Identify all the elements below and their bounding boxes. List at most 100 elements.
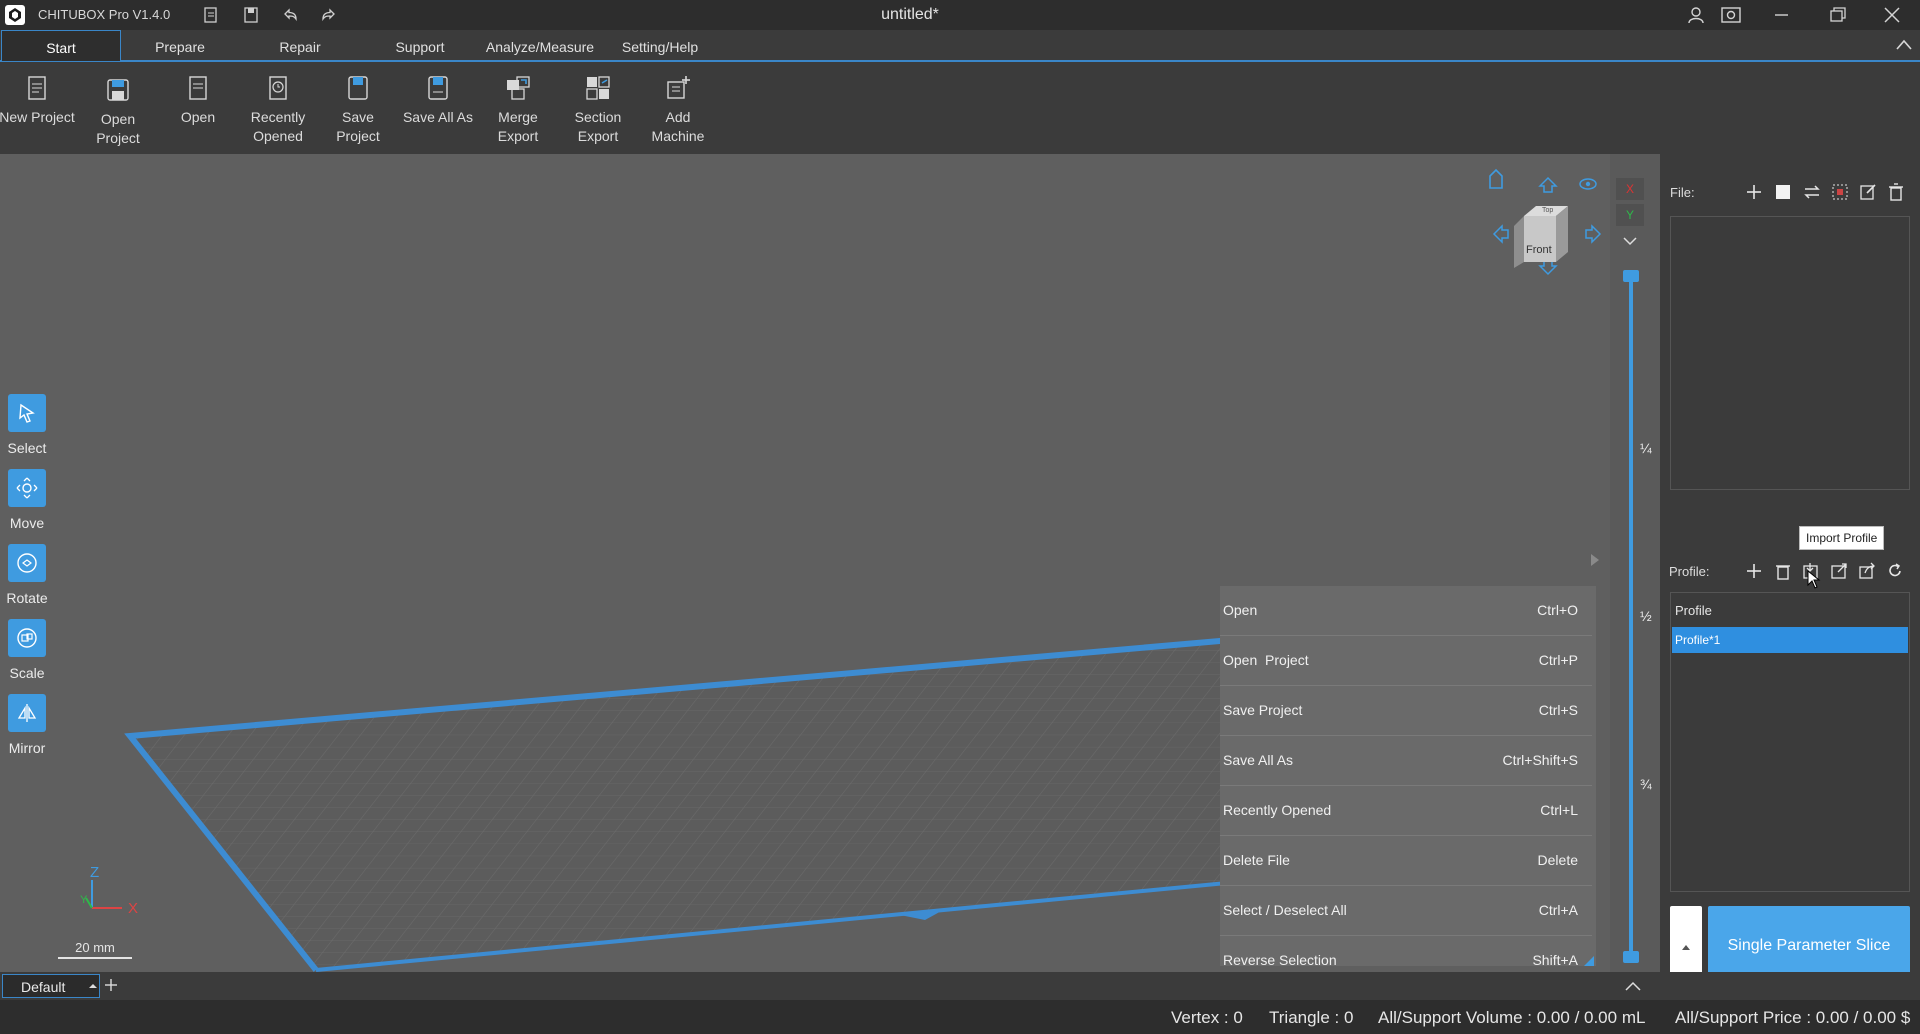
- swap-files-icon[interactable]: [1802, 182, 1822, 202]
- collapse-ribbon-icon[interactable]: [1894, 36, 1914, 54]
- tab-analyze-measure[interactable]: Analyze/Measure: [482, 30, 598, 60]
- recently-opened-label: Recently Opened: [250, 109, 306, 144]
- open-project-icon: [107, 79, 129, 101]
- scale-tool[interactable]: Scale: [6, 619, 48, 681]
- tab-start[interactable]: Start: [1, 30, 121, 61]
- layer-slider-top-handle[interactable]: [1623, 270, 1639, 282]
- rotate-tool-label: Rotate: [6, 590, 48, 606]
- menu-item-shortcut: Ctrl+P: [1538, 652, 1578, 668]
- scale-icon: [17, 628, 37, 648]
- merge-export-button[interactable]: Merge Export: [479, 74, 557, 146]
- account-icon[interactable]: [1676, 3, 1716, 27]
- tooltip: Import Profile: [1799, 526, 1885, 550]
- menu-item-label: Save Project: [1223, 702, 1303, 718]
- new-project-label: New Project: [0, 109, 75, 125]
- open-project-label: Open Project: [96, 111, 140, 146]
- layer-slider-track[interactable]: [1629, 272, 1633, 960]
- mirror-tool-label: Mirror: [8, 740, 46, 756]
- document-title: untitled*: [881, 6, 939, 23]
- tab-support[interactable]: Support: [376, 30, 464, 60]
- menu-item-shortcut: Ctrl+Shift+S: [1502, 752, 1578, 768]
- select-all-files-icon[interactable]: [1773, 182, 1793, 202]
- rotate-tool[interactable]: Rotate: [6, 544, 48, 606]
- chevron-down-icon[interactable]: [1622, 236, 1638, 246]
- scale-tool-label: Scale: [9, 665, 45, 681]
- save-project-button[interactable]: Save Project: [319, 74, 397, 146]
- select-tool[interactable]: Select: [6, 394, 48, 456]
- refresh-profile-icon[interactable]: [1885, 561, 1905, 581]
- caret-up-icon: [89, 984, 97, 988]
- plate-tab-default[interactable]: Default: [2, 974, 100, 998]
- profile-label: Profile:: [1669, 564, 1710, 579]
- rotate-left-icon: [1492, 224, 1509, 244]
- add-plate-icon[interactable]: [104, 978, 118, 992]
- slider-mark-three-quarter: ¾: [1640, 776, 1652, 792]
- title-bar: CHITUBOX Pro V1.4.0 untitled*: [0, 0, 1920, 30]
- merge-export-label: Merge Export: [497, 109, 539, 144]
- edit-file-icon[interactable]: [1858, 182, 1878, 202]
- menu-item-save-project[interactable]: Save Project Ctrl+S: [1220, 686, 1592, 736]
- select-tool-label: Select: [7, 440, 47, 456]
- delete-profile-icon[interactable]: [1773, 561, 1793, 581]
- open-label: Open: [180, 109, 216, 125]
- plate-tab-bar: Default: [0, 972, 1920, 1000]
- add-machine-button[interactable]: Add Machine: [639, 74, 717, 146]
- tab-prepare[interactable]: Prepare: [136, 30, 224, 60]
- y-axis-toggle[interactable]: Y: [1616, 204, 1644, 226]
- add-machine-icon: [667, 76, 690, 99]
- tab-setting-help[interactable]: Setting/Help: [610, 30, 710, 60]
- menu-item-open-project[interactable]: Open Project Ctrl+P: [1220, 636, 1592, 686]
- support-volume: All/Support Volume : 0.00 / 0.00 mL: [1378, 1008, 1646, 1027]
- share-profile-icon[interactable]: [1857, 561, 1877, 581]
- open-button[interactable]: Open: [159, 74, 237, 127]
- menu-item-recently-opened[interactable]: Recently Opened Ctrl+L: [1220, 786, 1592, 836]
- chevron-up-icon[interactable]: [1624, 980, 1642, 992]
- resize-grip-icon[interactable]: [1584, 956, 1594, 966]
- menu-item-shortcut: Shift+A: [1532, 952, 1578, 966]
- layer-slider-bottom-handle[interactable]: [1623, 951, 1639, 963]
- axis-y-label: Y: [80, 894, 88, 906]
- new-project-button[interactable]: New Project: [0, 74, 76, 127]
- x-axis-toggle[interactable]: X: [1616, 178, 1644, 200]
- close-icon[interactable]: [1872, 3, 1912, 27]
- menu-item-label: Open: [1223, 602, 1258, 618]
- profile-list-item[interactable]: Profile*1: [1672, 627, 1908, 653]
- open-project-button[interactable]: Open Project: [79, 76, 157, 148]
- view-cube[interactable]: Top Front: [1482, 164, 1602, 304]
- tab-repair[interactable]: Repair: [258, 30, 342, 60]
- screenshot-icon[interactable]: [1711, 3, 1751, 27]
- recently-opened-button[interactable]: Recently Opened: [239, 74, 317, 146]
- minimize-icon[interactable]: [1761, 3, 1801, 27]
- layer-slider-panel: X Y ¼ ½ ¾: [1610, 154, 1660, 972]
- right-panel: File: Profile: Profile Profile*1 Single …: [1660, 154, 1920, 986]
- menu-item-delete-file[interactable]: Delete File Delete: [1220, 836, 1592, 886]
- section-export-icon: [586, 76, 610, 100]
- expand-right-icon[interactable]: [1588, 552, 1602, 568]
- save-all-as-button[interactable]: Save All As: [399, 74, 477, 127]
- scale-bar: 20 mm: [58, 940, 132, 959]
- delete-file-icon[interactable]: [1886, 182, 1906, 202]
- menu-item-shortcut: Ctrl+A: [1538, 902, 1578, 918]
- menu-item-select-deselect-all[interactable]: Select / Deselect All Ctrl+A: [1220, 886, 1592, 936]
- add-file-icon[interactable]: [1744, 182, 1764, 202]
- cube-front-label: Front: [1526, 244, 1552, 256]
- menu-item-save-all-as[interactable]: Save All As Ctrl+Shift+S: [1220, 736, 1592, 786]
- axis-indicator: Z Y X: [78, 864, 148, 918]
- section-export-button[interactable]: Section Export: [559, 74, 637, 146]
- menu-item-label: Delete File: [1223, 852, 1290, 868]
- menu-item-reverse-selection[interactable]: Reverse Selection Shift+A: [1220, 936, 1592, 966]
- save-project-icon: [348, 76, 368, 100]
- menu-item-open[interactable]: Open Ctrl+O: [1220, 586, 1592, 636]
- mirror-tool[interactable]: Mirror: [6, 694, 48, 756]
- menu-item-label: Open Project: [1223, 652, 1309, 668]
- export-profile-icon[interactable]: [1829, 561, 1849, 581]
- invert-selection-icon[interactable]: [1830, 182, 1850, 202]
- merge-export-icon: [507, 76, 530, 100]
- file-list[interactable]: [1670, 216, 1910, 490]
- add-profile-icon[interactable]: [1744, 561, 1764, 581]
- plate-tab-label: Default: [21, 979, 66, 995]
- restore-icon[interactable]: [1817, 3, 1857, 27]
- ribbon-toolbar: New Project Open Project Open Recently O…: [0, 62, 1920, 155]
- move-tool[interactable]: Move: [6, 469, 48, 531]
- status-bar: Vertex : 0 Triangle : 0 All/Support Volu…: [0, 1000, 1920, 1034]
